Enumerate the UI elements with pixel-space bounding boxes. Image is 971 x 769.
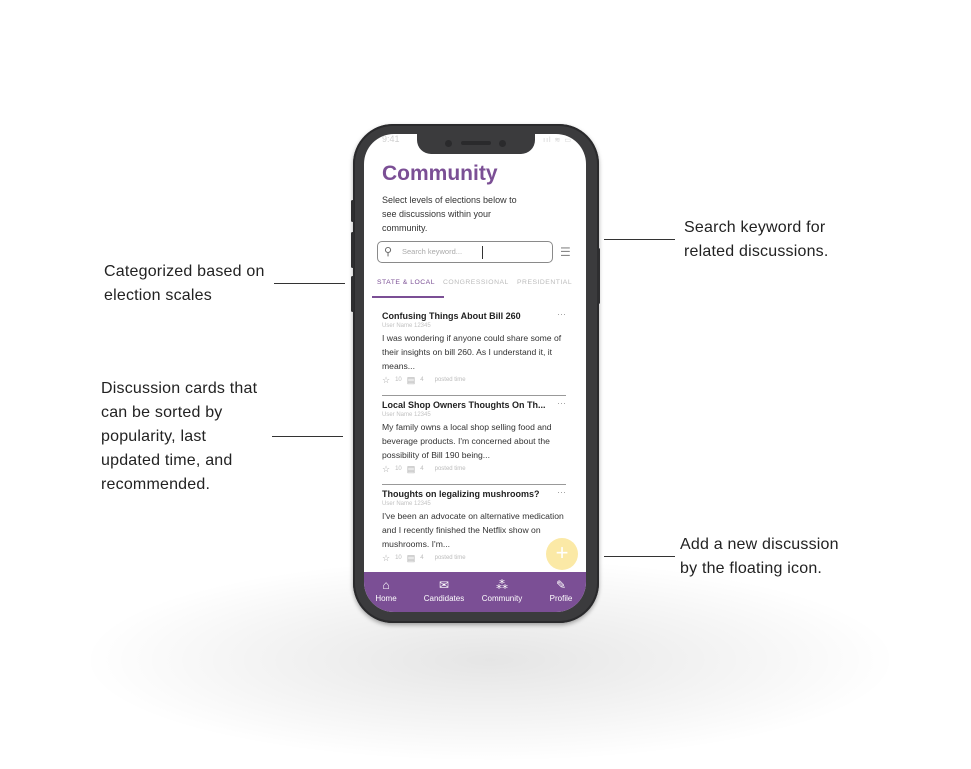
- card-title: Thoughts on legalizing mushrooms?: [382, 489, 540, 499]
- annotation-add: Add a new discussion by the floating ico…: [680, 533, 839, 581]
- active-tab-indicator: [372, 296, 444, 298]
- comment-count: 4: [420, 555, 424, 561]
- tab-state-local[interactable]: STATE & LOCAL: [377, 279, 435, 286]
- annotation-cards-leader: [272, 436, 343, 437]
- sensor-icon: [499, 140, 506, 147]
- home-icon: ⌂: [382, 578, 390, 592]
- card-title: Local Shop Owners Thoughts On Th...: [382, 400, 546, 410]
- comment-count: 4: [420, 466, 424, 472]
- discussion-card[interactable]: Confusing Things About Bill 260 ··· User…: [382, 309, 568, 386]
- star-count: 10: [395, 377, 402, 383]
- phone-side-button: [351, 232, 354, 268]
- bottom-navigation: ⌂ Home ✉ Candidates ⁂ Community ✎ Profil…: [364, 572, 586, 612]
- people-icon: ⁂: [496, 578, 508, 592]
- annotation-search-line1: Search keyword for: [684, 219, 826, 236]
- search-icon: ⚲: [384, 246, 393, 258]
- page-title: Community: [382, 162, 498, 185]
- nav-label: Candidates: [423, 594, 465, 603]
- star-icon[interactable]: ☆: [382, 375, 390, 386]
- more-options-icon[interactable]: ···: [557, 398, 566, 408]
- star-icon[interactable]: ☆: [382, 464, 390, 475]
- nav-candidates[interactable]: ✉ Candidates: [417, 578, 471, 603]
- annotation-categories-line1: Categorized based on: [104, 263, 265, 280]
- election-level-tabs: STATE & LOCAL CONGRESSIONAL PRESIDENTIAL: [372, 275, 586, 298]
- card-meta: ☆ 10 ▤ 4 posted time: [382, 374, 568, 386]
- filter-icon[interactable]: ☰: [560, 245, 571, 259]
- annotation-add-leader: [604, 556, 675, 557]
- phone-side-button: [597, 248, 600, 304]
- card-body: I was wondering if anyone could share so…: [382, 333, 562, 371]
- annotation-add-line2: by the floating icon.: [680, 560, 823, 577]
- card-username: User Name 12345: [382, 501, 431, 507]
- card-meta: ☆ 10 ▤ 4 posted time: [382, 552, 568, 564]
- annotation-categories: Categorized based on election scales: [104, 260, 265, 308]
- nav-label: Community: [481, 594, 523, 603]
- nav-label: Home: [375, 594, 397, 603]
- card-divider: [382, 395, 566, 396]
- text-caret: [482, 246, 483, 259]
- page-subtitle: Select levels of elections below to see …: [382, 195, 517, 233]
- status-time: 9:41: [382, 134, 400, 144]
- annotation-cards-line2: can be sorted by: [101, 404, 223, 421]
- card-username: User Name 12345: [382, 412, 431, 418]
- add-discussion-button[interactable]: +: [546, 538, 578, 570]
- annotation-cards-line3: popularity, last: [101, 428, 207, 445]
- comment-count: 4: [420, 377, 424, 383]
- posted-time: posted time: [434, 377, 466, 383]
- annotation-search: Search keyword for related discussions.: [684, 216, 829, 264]
- annotation-cards: Discussion cards that can be sorted by p…: [101, 377, 257, 497]
- ballot-icon: ✉: [438, 578, 450, 592]
- phone-side-button: [351, 200, 354, 222]
- nav-community[interactable]: ⁂ Community: [475, 578, 529, 603]
- tab-presidential[interactable]: PRESIDENTIAL: [517, 279, 572, 286]
- discussion-card[interactable]: Thoughts on legalizing mushrooms? ··· Us…: [382, 487, 568, 564]
- annotation-categories-line2: election scales: [104, 287, 212, 304]
- annotation-categories-leader: [274, 283, 345, 284]
- annotation-cards-line4: updated time, and: [101, 452, 233, 469]
- search-placeholder: Search keyword...: [402, 247, 463, 256]
- annotation-cards-line5: recommended.: [101, 476, 211, 493]
- profile-edit-icon: ✎: [555, 578, 567, 592]
- star-icon[interactable]: ☆: [382, 553, 390, 564]
- card-username: User Name 12345: [382, 323, 431, 329]
- search-input[interactable]: ⚲ Search keyword...: [377, 241, 553, 263]
- phone-notch: [417, 134, 535, 154]
- comment-icon[interactable]: ▤: [407, 375, 416, 386]
- status-icons: ııl ≋ ▭: [543, 137, 572, 144]
- posted-time: posted time: [434, 466, 466, 472]
- star-count: 10: [395, 555, 402, 561]
- nav-label: Profile: [549, 594, 573, 603]
- phone-side-button: [351, 276, 354, 312]
- card-meta: ☆ 10 ▤ 4 posted time: [382, 463, 568, 475]
- nav-home[interactable]: ⌂ Home: [364, 578, 413, 603]
- card-title: Confusing Things About Bill 260: [382, 311, 521, 321]
- phone-screen: 9:41 ııl ≋ ▭ Community Select levels of …: [364, 134, 586, 612]
- tab-congressional[interactable]: CONGRESSIONAL: [443, 279, 509, 286]
- posted-time: posted time: [434, 555, 466, 561]
- comment-icon[interactable]: ▤: [407, 464, 416, 475]
- camera-icon: [445, 140, 452, 147]
- more-options-icon[interactable]: ···: [557, 309, 566, 319]
- star-count: 10: [395, 466, 402, 472]
- card-divider: [382, 484, 566, 485]
- annotation-add-line1: Add a new discussion: [680, 536, 839, 553]
- card-body: My family owns a local shop selling food…: [382, 422, 552, 460]
- nav-profile[interactable]: ✎ Profile: [534, 578, 586, 603]
- speaker-grille: [461, 141, 491, 145]
- more-options-icon[interactable]: ···: [557, 487, 566, 497]
- annotation-search-line2: related discussions.: [684, 243, 829, 260]
- annotation-cards-line1: Discussion cards that: [101, 380, 258, 397]
- comment-icon[interactable]: ▤: [407, 553, 416, 564]
- discussion-card[interactable]: Local Shop Owners Thoughts On Th... ··· …: [382, 398, 568, 475]
- annotation-search-leader: [604, 239, 675, 240]
- card-body: I've been an advocate on alternative med…: [382, 511, 564, 549]
